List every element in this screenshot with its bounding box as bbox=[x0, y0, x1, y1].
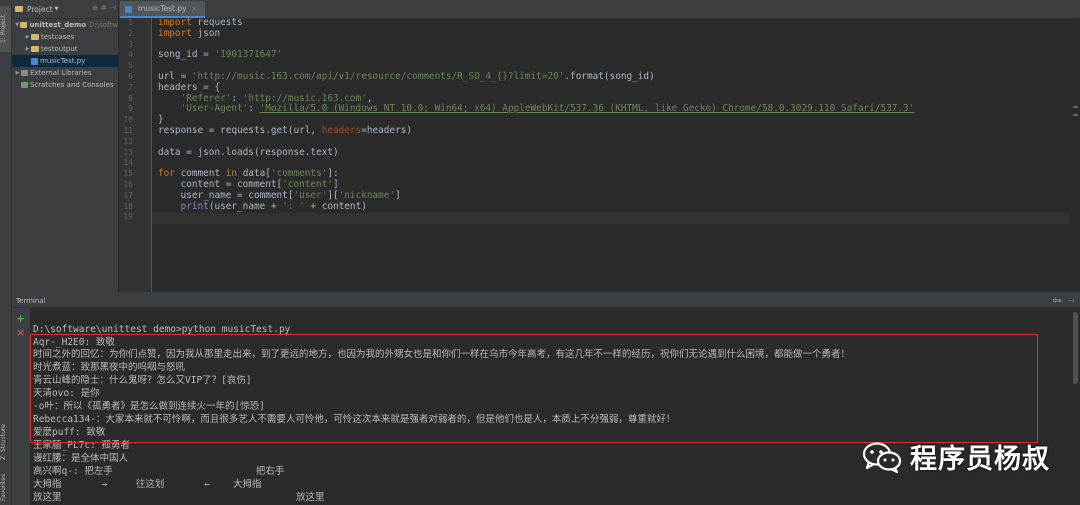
project-icon bbox=[15, 6, 23, 12]
scratch-icon bbox=[21, 82, 28, 88]
line-number: 14 bbox=[123, 158, 133, 168]
project-tool-tab[interactable]: 1: Project bbox=[0, 6, 11, 52]
tree-item-label: unittest_demo bbox=[29, 21, 87, 29]
close-icon[interactable]: × bbox=[192, 5, 198, 13]
line-number: 4 bbox=[128, 50, 133, 60]
highlight-box bbox=[30, 334, 1038, 443]
terminal-line: 大拇指 → 往这划 ← 大拇指 bbox=[33, 479, 262, 490]
hide-icon[interactable]: ⊣ bbox=[1068, 297, 1074, 305]
line-number: 2 bbox=[128, 28, 133, 38]
terminal-line: 高兴啊q-: 把左手 把右手 bbox=[33, 466, 285, 477]
tree-item-testoutput[interactable]: ▶ testoutput bbox=[12, 43, 118, 55]
tree-item-musictest-py[interactable]: musicTest.py bbox=[12, 55, 118, 67]
watermark: 程序员杨叔 bbox=[862, 437, 1050, 476]
favorites-tool-tab[interactable]: Favorites bbox=[0, 470, 11, 504]
line-number: 15 bbox=[123, 169, 133, 179]
line-number: 3 bbox=[128, 39, 133, 49]
tree-item-external-libraries[interactable]: ▶ External Libraries bbox=[12, 67, 118, 79]
chevron-down-icon[interactable]: ▼ bbox=[55, 6, 59, 12]
line-number: 13 bbox=[123, 147, 133, 157]
tree-item-label: testcases bbox=[41, 33, 75, 41]
tree-item-label: testoutput bbox=[41, 45, 78, 53]
line-number-gutter: 1 2 3 4 5 6 7 8 9 10 11 12 13 14 15 16 1… bbox=[119, 18, 152, 292]
line-number: 19 bbox=[123, 212, 133, 222]
code-editor[interactable]: import requests import json song_id = '1… bbox=[158, 17, 1070, 292]
scroll-marker bbox=[1073, 114, 1078, 116]
code-line-9: 'User-Agent': 'Mozilla/5.0 (Windows NT 1… bbox=[180, 103, 915, 115]
line-number: 6 bbox=[128, 72, 133, 81]
terminal-scrollbar[interactable] bbox=[1073, 312, 1078, 384]
project-view-selector[interactable]: Project bbox=[27, 5, 53, 14]
python-file-icon bbox=[125, 6, 132, 13]
tab-musictest-py[interactable]: musicTest.py × bbox=[120, 1, 206, 18]
line-number: 10 bbox=[123, 115, 133, 125]
folder-icon bbox=[31, 46, 39, 52]
line-number: 8 bbox=[128, 93, 133, 103]
terminal-line: 谩红腰：是全体中国人 bbox=[33, 453, 129, 464]
hide-icon[interactable]: ⊣ bbox=[110, 4, 116, 12]
code-line-13: data = json.loads(response.text) bbox=[158, 146, 339, 158]
terminal-header: Terminal ✲▾ ⊣ bbox=[12, 295, 1080, 308]
line-number: 12 bbox=[123, 136, 133, 146]
project-tree: ▼ unittest_demo D:\softw ▶ testcases ▶ t… bbox=[12, 19, 118, 91]
code-line-6: url = 'http://music.163.com/api/v1/resou… bbox=[158, 71, 655, 82]
project-panel: Project ▼ ⊕ ✲ ⊣ ▼ unittest_demo D:\softw… bbox=[12, 0, 119, 292]
new-session-icon[interactable]: + bbox=[16, 313, 25, 324]
editor-tab-bar: musicTest.py × bbox=[119, 0, 1080, 19]
terminal-toolbar: + × bbox=[12, 308, 30, 505]
library-icon bbox=[21, 70, 28, 76]
left-tool-strip: 1: Project Z: Structure Favorites bbox=[0, 0, 12, 505]
line-number: 16 bbox=[123, 180, 133, 189]
project-panel-header: Project ▼ ⊕ ✲ ⊣ bbox=[12, 0, 118, 19]
tree-item-unittest-demo[interactable]: ▼ unittest_demo D:\softw bbox=[12, 19, 118, 31]
collapse-arrow-icon[interactable]: ▶ bbox=[24, 34, 31, 40]
terminal-line: 放这里 放这里 bbox=[33, 492, 325, 503]
line-number: 11 bbox=[123, 126, 133, 135]
code-line-11: response = requests.get(url, headers=hea… bbox=[158, 125, 413, 136]
target-icon[interactable]: ⊕ bbox=[92, 4, 98, 12]
line-number: 9 bbox=[128, 104, 133, 114]
tree-item-testcases[interactable]: ▶ testcases bbox=[12, 31, 118, 43]
code-line-2: import json bbox=[158, 27, 221, 39]
tab-label: musicTest.py bbox=[138, 4, 187, 13]
structure-tool-tab[interactable]: Z: Structure bbox=[0, 420, 11, 464]
collapse-arrow-icon[interactable]: ▶ bbox=[14, 70, 21, 76]
tree-item-scratches[interactable]: Scratches and Consoles bbox=[12, 79, 118, 91]
line-number: 1 bbox=[128, 18, 133, 27]
code-line-4: song_id = '1901371647' bbox=[158, 49, 283, 61]
editor-scrollbar[interactable] bbox=[1071, 18, 1080, 292]
line-number: 17 bbox=[123, 190, 133, 200]
tree-item-path: D:\softw bbox=[89, 21, 118, 29]
code-line-18: print(user_name + ': ' + content) bbox=[180, 200, 367, 212]
collapse-arrow-icon[interactable]: ▶ bbox=[24, 46, 31, 52]
line-number: 5 bbox=[128, 61, 133, 71]
settings-icon[interactable]: ✲ bbox=[101, 4, 107, 12]
tree-item-label: musicTest.py bbox=[40, 57, 86, 65]
folder-icon bbox=[31, 34, 39, 40]
tree-item-label: External Libraries bbox=[30, 69, 92, 77]
line-number: 7 bbox=[128, 82, 133, 92]
tree-item-label: Scratches and Consoles bbox=[30, 81, 114, 89]
folder-icon bbox=[20, 22, 28, 28]
python-file-icon bbox=[31, 57, 38, 65]
wechat-logo-icon bbox=[862, 441, 902, 473]
watermark-text: 程序员杨叔 bbox=[910, 444, 1050, 475]
line-number: 18 bbox=[123, 201, 133, 211]
settings-icon[interactable]: ✲▾ bbox=[1052, 297, 1061, 305]
scroll-marker bbox=[1073, 106, 1078, 108]
close-session-icon[interactable]: × bbox=[16, 327, 25, 338]
terminal-title: Terminal bbox=[16, 297, 46, 305]
